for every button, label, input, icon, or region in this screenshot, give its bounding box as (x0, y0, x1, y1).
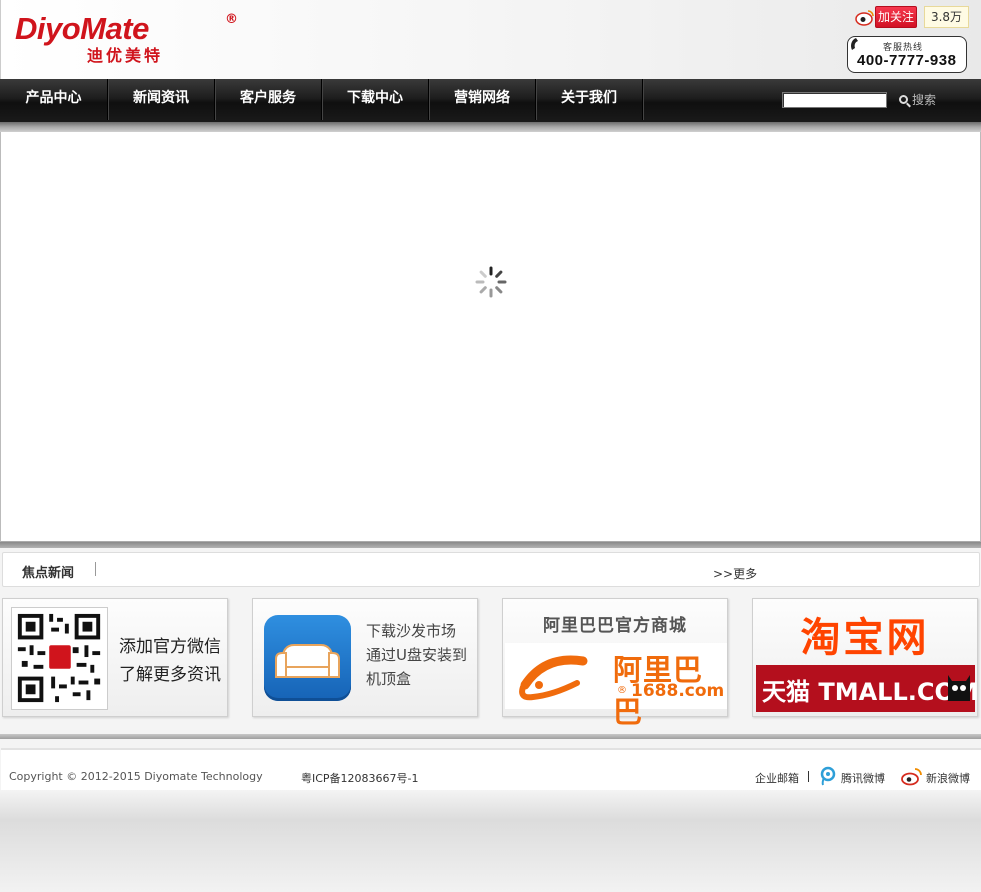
tencent-weibo-link[interactable]: 腾讯微博 (841, 770, 885, 786)
follow-label: 加关注 (875, 6, 917, 28)
nav-item-downloads[interactable]: 下载中心 (322, 79, 429, 120)
focus-news-bar: 焦点新闻 >>更多 (2, 552, 980, 587)
hotline-number: 400-7777-938 (857, 52, 957, 69)
main-nav: 产品中心 新闻资讯 客户服务 下载中心 营销网络 关于我们 搜索 (0, 79, 981, 122)
taobao-logo-text: 淘宝网 (800, 615, 930, 661)
wechat-promo-line1: 添加官方微信 (119, 637, 221, 657)
tmall-cat-icon (948, 675, 970, 701)
banner-slideshow[interactable] (0, 132, 981, 542)
alibaba-registered-mark: ® (617, 685, 627, 696)
sofa-market-icon (264, 615, 351, 701)
search-icon (899, 94, 908, 104)
tencent-weibo-icon[interactable] (819, 766, 837, 786)
logo-chinese-name: 迪优美特 (87, 46, 164, 65)
wechat-qr-code (11, 607, 108, 710)
sofa-promo-line3: 机顶盒 (366, 670, 412, 688)
focus-news-title: 焦点新闻 (22, 566, 75, 581)
sofa-icon (275, 644, 340, 678)
loading-spinner-icon (475, 266, 507, 298)
weibo-follow-button[interactable]: 加关注 (855, 6, 917, 28)
nav-item-products[interactable]: 产品中心 (0, 79, 108, 120)
promo-sofa-market[interactable]: 下载沙发市场 通过U盘安装到 机顶盒 (252, 598, 478, 717)
search-button-label: 搜索 (912, 92, 937, 107)
wechat-promo-line2: 了解更多资讯 (119, 665, 221, 685)
sina-weibo-link[interactable]: 新浪微博 (926, 770, 970, 786)
nav-item-marketing[interactable]: 营销网络 (429, 79, 536, 120)
promo-taobao[interactable]: 淘宝网 天猫 TMALL.COM (752, 598, 979, 717)
sofa-promo-line2: 通过U盘安装到 (366, 646, 467, 664)
customer-hotline: 客服热线 400-7777-938 (847, 36, 969, 74)
search-button[interactable]: 搜索 (899, 90, 936, 108)
logo-registered-mark: ® (225, 12, 238, 27)
alibaba-smile-icon (519, 655, 588, 701)
promo-wechat[interactable]: 添加官方微信 了解更多资讯 (2, 598, 228, 717)
icp-record[interactable]: 粤ICP备12083667号-1 (301, 770, 419, 786)
footer-divider (808, 771, 809, 782)
site-header: DiyoMate ® 迪优美特 客服热线 400-7777-938 (0, 0, 981, 79)
nav-item-about[interactable]: 关于我们 (536, 79, 643, 120)
banner-bottom-bar (0, 542, 981, 548)
sina-weibo-icon[interactable] (901, 766, 923, 786)
divider (95, 562, 96, 576)
nav-shadow-bar (0, 122, 981, 132)
enterprise-mail-link[interactable]: 企业邮箱 (755, 770, 799, 786)
search-input[interactable] (782, 92, 887, 108)
site-footer: Copyright © 2012-2015 Diyomate Technolog… (1, 748, 981, 790)
promo-alibaba[interactable]: 阿里巴巴官方商城 阿里巴巴 ® 1688.com (502, 598, 728, 729)
nav-item-service[interactable]: 客户服务 (215, 79, 322, 120)
logo-wordmark: DiyoMate (15, 11, 149, 46)
news-more-link[interactable]: >>更多 (713, 565, 757, 582)
section-divider (0, 734, 981, 739)
diyomate-logo[interactable]: DiyoMate ® 迪优美特 (15, 11, 238, 65)
sofa-promo-line1: 下载沙发市场 (366, 622, 457, 640)
copyright-text: Copyright © 2012-2015 Diyomate Technolog… (9, 770, 263, 783)
alibaba-domain: 1688.com (631, 681, 725, 701)
follower-count: 3.8万 (924, 6, 969, 28)
weibo-icon (855, 10, 874, 26)
nav-item-news[interactable]: 新闻资讯 (108, 79, 215, 120)
alibaba-logo: 阿里巴巴 ® 1688.com (505, 643, 727, 729)
tmall-banner: 天猫 TMALL.COM (756, 665, 979, 712)
alibaba-promo-title: 阿里巴巴官方商城 (543, 616, 687, 636)
